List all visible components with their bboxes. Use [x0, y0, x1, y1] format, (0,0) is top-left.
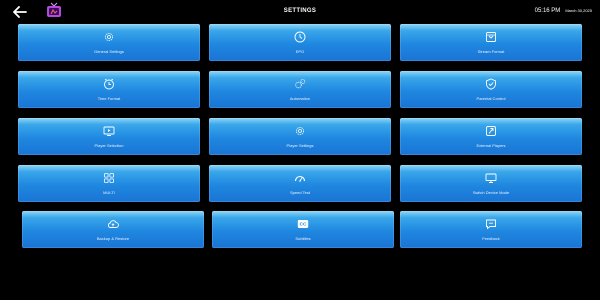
tile-player-settings[interactable]: Player Settings: [209, 118, 391, 155]
automation-gears-icon: [294, 78, 306, 90]
cc-icon: CC: [297, 218, 309, 230]
tile-time-format[interactable]: Time Format: [18, 71, 200, 108]
page-title: SETTINGS: [283, 8, 317, 14]
tile-epg[interactable]: EPG: [209, 24, 391, 61]
tile-stream-format[interactable]: Stream Format: [400, 24, 582, 61]
svg-text:CC: CC: [300, 222, 307, 227]
tile-label: General Settings: [94, 49, 124, 54]
tile-automation[interactable]: Automation: [209, 71, 391, 108]
tile-label: Player Settings: [286, 143, 314, 148]
stream-format-icon: [485, 31, 497, 43]
tile-label: Feedback: [482, 236, 500, 241]
shield-check-icon: [485, 78, 497, 90]
tile-feedback[interactable]: Feedback: [400, 211, 582, 248]
tile-label: Stream Format: [477, 49, 505, 54]
tile-subtitles[interactable]: CC Subtitles: [212, 211, 394, 248]
settings-screen: SETTINGS 05:16 PM March 30,2025 General …: [0, 0, 600, 300]
device-mode-icon: [485, 172, 497, 184]
tile-multi[interactable]: MULTI: [18, 165, 200, 202]
tile-switch-device-mode[interactable]: Switch Device Mode: [400, 165, 582, 202]
speedometer-icon: [294, 172, 306, 184]
player-screen-icon: [103, 125, 115, 137]
clock-date: March 30,2025: [565, 8, 592, 13]
tile-external-players[interactable]: External Players: [400, 118, 582, 155]
clock-time: 05:16 PM: [534, 8, 561, 14]
tile-label: Subtitles: [295, 236, 311, 241]
grid-icon: [103, 172, 115, 184]
tile-label: EPG: [295, 49, 305, 54]
tile-label: Player Selection: [94, 143, 124, 148]
tile-label: Parental Control: [476, 96, 506, 101]
cloud-backup-icon: [107, 218, 119, 230]
tile-label: External Players: [476, 143, 506, 148]
tile-parental-control[interactable]: Parental Control: [400, 71, 582, 108]
tile-general-settings[interactable]: General Settings: [18, 24, 200, 61]
tile-label: Switch Device Mode: [472, 190, 510, 195]
external-player-icon: [485, 125, 497, 137]
tile-backup-restore[interactable]: Backup & Restore: [22, 211, 204, 248]
feedback-icon: [485, 218, 497, 230]
tile-player-selection[interactable]: Player Selection: [18, 118, 200, 155]
tile-label: MULTI: [103, 190, 115, 195]
tile-label: Time Format: [97, 96, 121, 101]
tile-label: Automation: [289, 96, 311, 101]
tile-speed-test[interactable]: Speed Test: [209, 165, 391, 202]
gear-icon: [103, 31, 115, 43]
clock: 05:16 PM March 30,2025: [535, 8, 592, 14]
time-format-icon: [103, 78, 115, 90]
tile-label: Speed Test: [290, 190, 310, 195]
gear-icon: [294, 125, 306, 137]
tile-label: Backup & Restore: [96, 236, 130, 241]
clock-icon: [294, 31, 306, 43]
